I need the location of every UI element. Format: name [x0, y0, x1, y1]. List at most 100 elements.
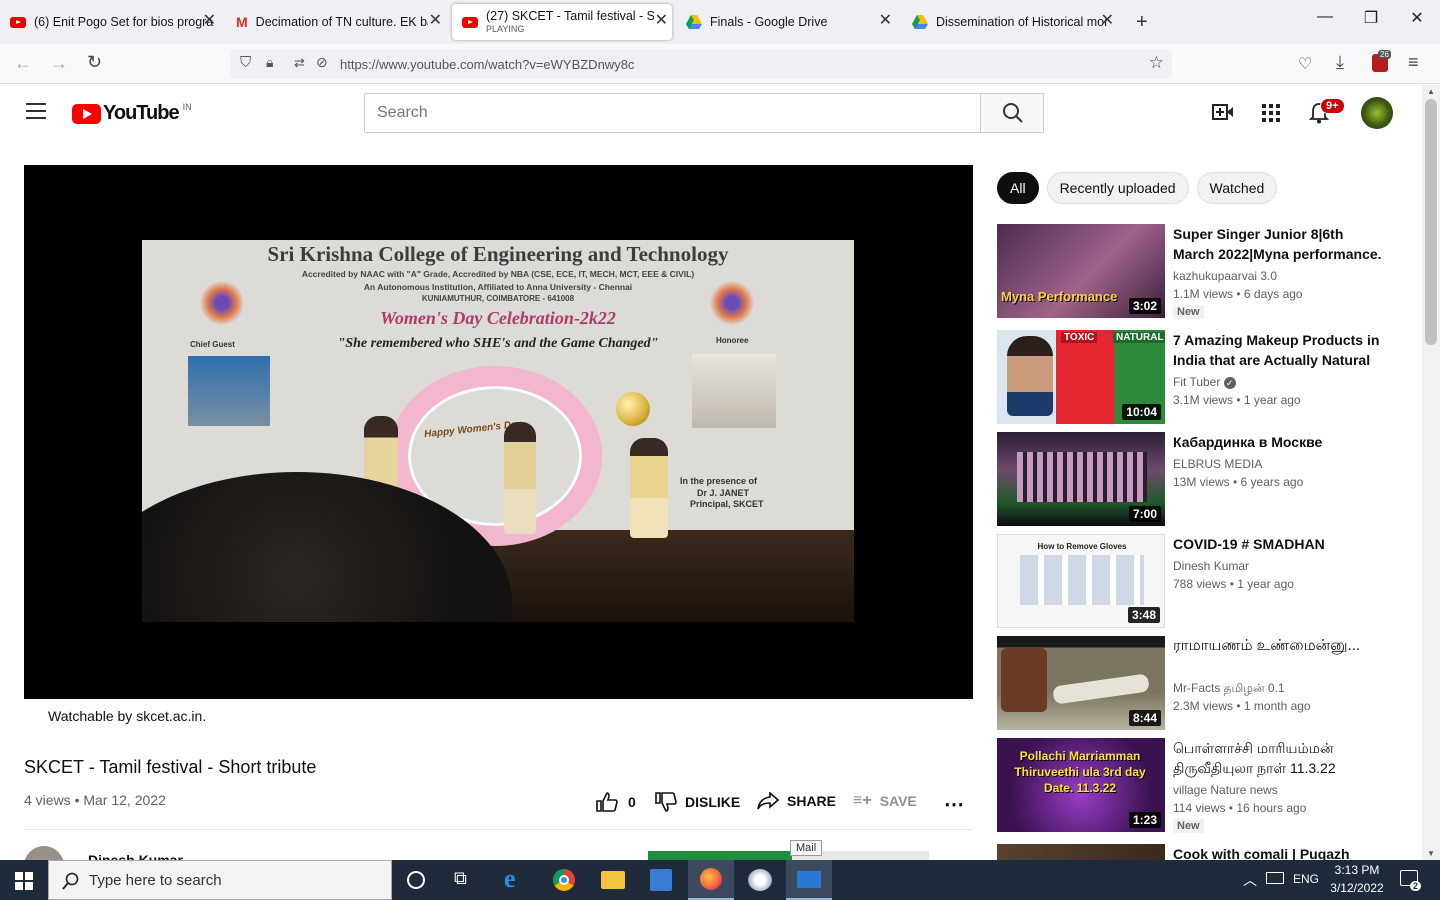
- recommendation-item[interactable]: Cook with comali | Pugazh: [997, 844, 1417, 860]
- share-button[interactable]: SHARE: [757, 792, 836, 810]
- like-button[interactable]: 0: [596, 792, 636, 812]
- channel-name[interactable]: Dinesh Kumar: [1173, 559, 1249, 573]
- channel-name[interactable]: village Nature news: [1173, 783, 1278, 797]
- video-title[interactable]: Cook with comali | Pugazh: [1173, 844, 1383, 860]
- hamburger-menu-icon[interactable]: [26, 103, 46, 119]
- recommendation-item[interactable]: Pollachi Marriamman Thiruveethi ula 3rd …: [997, 738, 1417, 833]
- recommendation-item[interactable]: 8:44 ராமாயணம் உண்மைன்னு... Mr-Facts தமிழ…: [997, 636, 1417, 730]
- download-icon[interactable]: ⤓: [1336, 52, 1344, 73]
- file-explorer-icon[interactable]: [601, 871, 625, 889]
- youtube-logo[interactable]: YouTube IN: [72, 102, 192, 125]
- scroll-up-icon[interactable]: ▲: [1427, 87, 1435, 96]
- avatar[interactable]: [1361, 97, 1393, 129]
- restore-icon[interactable]: ❐: [1348, 8, 1394, 28]
- close-icon[interactable]: ✕: [203, 13, 216, 29]
- thumbnail[interactable]: 7:00: [997, 432, 1165, 526]
- taskbar-search[interactable]: Type here to search: [48, 860, 392, 900]
- shield-icon[interactable]: ⛉: [240, 54, 251, 71]
- store-icon[interactable]: [650, 869, 672, 891]
- firefox-taskbar-button[interactable]: [688, 860, 734, 900]
- lotus-logo-right: [710, 280, 754, 326]
- thumbnail[interactable]: How to Remove Gloves 3:48: [997, 534, 1165, 628]
- close-icon[interactable]: ✕: [879, 13, 892, 29]
- create-video-icon[interactable]: [1212, 103, 1234, 121]
- browser-tab-3-active[interactable]: (27) SKCET - Tamil festival - Sho PLAYIN…: [452, 4, 672, 40]
- video-meta: 1.1M views • 6 days ago: [1173, 287, 1303, 301]
- chip-all[interactable]: All: [997, 172, 1039, 204]
- window-close-icon[interactable]: ✕: [1394, 8, 1440, 28]
- channel-name[interactable]: Fit Tuber ✓: [1173, 375, 1236, 389]
- page-scrollbar[interactable]: ▲ ▼: [1422, 85, 1440, 860]
- new-tab-plus-icon[interactable]: +: [1136, 11, 1148, 34]
- reload-icon[interactable]: ↻: [87, 52, 102, 73]
- chevron-up-icon[interactable]: ︿: [1243, 870, 1257, 890]
- thumbs-down-icon: [655, 792, 677, 812]
- save-button[interactable]: ≡+ SAVE: [853, 792, 917, 810]
- minimize-icon[interactable]: —: [1302, 8, 1348, 26]
- permissions-icon[interactable]: ⇄: [294, 55, 305, 71]
- video-meta: 3.1M views • 1 year ago: [1173, 393, 1301, 407]
- more-actions-icon[interactable]: ⋯: [944, 792, 964, 817]
- clock-date[interactable]: 3/12/2022: [1326, 881, 1388, 895]
- chip-watched[interactable]: Watched: [1196, 172, 1278, 204]
- menu-icon[interactable]: ≡: [1408, 52, 1419, 73]
- thumbnail[interactable]: [997, 844, 1165, 860]
- apps-grid-icon[interactable]: [1262, 104, 1280, 122]
- watchable-notice: Watchable by skcet.ac.in.: [48, 708, 207, 724]
- video-title[interactable]: COVID-19 # SMADHAN: [1173, 534, 1383, 554]
- language-indicator[interactable]: ENG: [1293, 872, 1319, 886]
- bookmark-star-icon[interactable]: ☆: [1149, 53, 1164, 73]
- thumbnail[interactable]: Pollachi Marriamman Thiruveethi ula 3rd …: [997, 738, 1165, 832]
- cortana-icon[interactable]: [407, 871, 425, 889]
- network-icon[interactable]: [1266, 872, 1284, 884]
- video-title[interactable]: 7 Amazing Makeup Products in India that …: [1173, 330, 1383, 370]
- thumbnail[interactable]: TOXIC NATURAL 10:04: [997, 330, 1165, 424]
- search-button[interactable]: [980, 93, 1044, 133]
- clock-time[interactable]: 3:13 PM: [1326, 863, 1388, 877]
- back-arrow-icon[interactable]: ←: [14, 53, 32, 74]
- browser-tab-2[interactable]: M Decimation of TN culture. EK ba ✕: [226, 0, 446, 44]
- scroll-down-icon[interactable]: ▼: [1427, 849, 1435, 858]
- channel-name[interactable]: Mr-Facts தமிழன் 0.1: [1173, 681, 1285, 697]
- browser-tab-4[interactable]: Finals - Google Drive ✕: [676, 0, 896, 44]
- recommendation-item[interactable]: Myna Performance 3:02 Super Singer Junio…: [997, 224, 1417, 319]
- lock-icon[interactable]: 🔒︎: [266, 54, 273, 71]
- browser-tab-1[interactable]: (6) Enit Pogo Set for bios progra ✕: [0, 0, 220, 44]
- recommendation-item[interactable]: How to Remove Gloves 3:48 COVID-19 # SMA…: [997, 534, 1417, 628]
- thumbnail[interactable]: 8:44: [997, 636, 1165, 730]
- recommendation-item[interactable]: 7:00 Кабардинка в Москве ELBRUS MEDIA 13…: [997, 432, 1417, 526]
- video-title[interactable]: பொள்ளாச்சி மாரியம்மன் திருவீதியுலா நாள் …: [1173, 738, 1383, 778]
- close-icon[interactable]: ✕: [655, 13, 668, 29]
- dislike-button[interactable]: DISLIKE: [655, 792, 740, 812]
- forward-arrow-icon[interactable]: →: [50, 53, 68, 74]
- thumbnail[interactable]: Myna Performance 3:02: [997, 224, 1165, 318]
- channel-name-text: Fit Tuber: [1173, 375, 1221, 389]
- close-icon[interactable]: ✕: [429, 13, 442, 29]
- channel-name[interactable]: ELBRUS MEDIA: [1173, 457, 1262, 471]
- channel-name[interactable]: kazhukupaarvai 3.0: [1173, 269, 1277, 283]
- close-icon[interactable]: ✕: [1101, 13, 1114, 29]
- mail-taskbar-button[interactable]: [786, 860, 832, 900]
- chrome-icon[interactable]: [553, 869, 575, 891]
- url-bar[interactable]: ⛉ 🔒︎ ⇄ ⊘ https://www.youtube.com/watch?v…: [230, 49, 1172, 79]
- edge-icon[interactable]: e: [504, 864, 516, 894]
- windows-start-icon[interactable]: [15, 872, 33, 890]
- chip-recently-uploaded[interactable]: Recently uploaded: [1046, 172, 1189, 204]
- browser-tab-5[interactable]: Dissemination of Historical mor ✕: [902, 0, 1118, 44]
- video-title[interactable]: Кабардинка в Москве: [1173, 432, 1383, 452]
- task-view-icon[interactable]: ⧉: [454, 868, 467, 889]
- url-text[interactable]: https://www.youtube.com/watch?v=eWYBZDnw…: [340, 57, 634, 72]
- video-title: SKCET - Tamil festival - Short tribute: [24, 757, 317, 777]
- recommendation-item[interactable]: TOXIC NATURAL 10:04 7 Amazing Makeup Pro…: [997, 330, 1417, 424]
- scrollbar-thumb[interactable]: [1425, 99, 1437, 345]
- video-player[interactable]: Sri Krishna College of Engineering and T…: [24, 165, 973, 699]
- snipping-tool-icon[interactable]: [748, 869, 772, 891]
- youtube-play-icon: [72, 103, 101, 124]
- video-meta: 2.3M views • 1 month ago: [1173, 699, 1311, 713]
- video-title[interactable]: Super Singer Junior 8|6th March 2022|Myn…: [1173, 224, 1383, 264]
- pocket-icon[interactable]: ♡: [1298, 54, 1312, 74]
- tab-title: Finals - Google Drive: [710, 15, 828, 29]
- video-title[interactable]: ராமாயணம் உண்மைன்னு...: [1173, 636, 1383, 656]
- autoplay-blocked-icon[interactable]: ⊘: [316, 54, 328, 71]
- search-input[interactable]: [365, 94, 980, 132]
